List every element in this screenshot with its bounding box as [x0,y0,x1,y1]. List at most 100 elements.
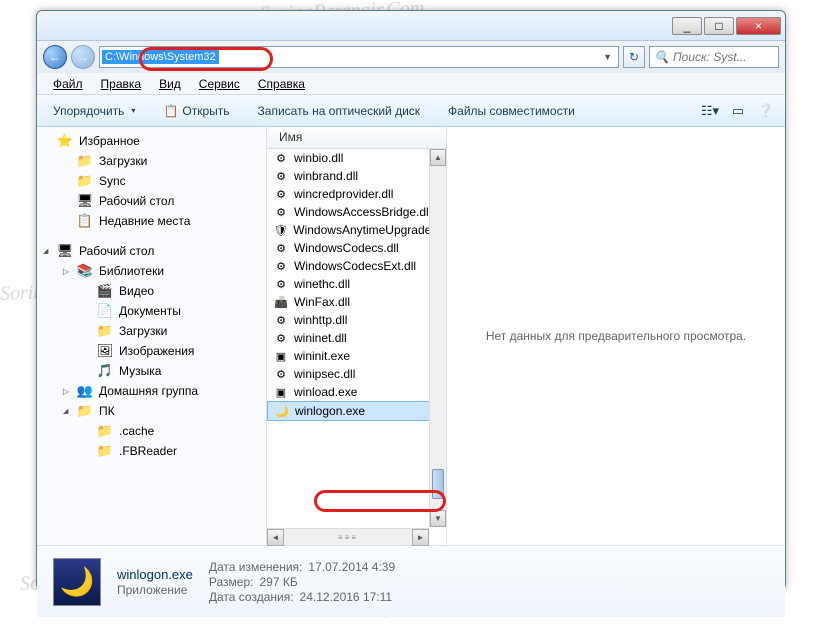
sidebar-desktop[interactable]: 🖥Рабочий стол [37,191,266,211]
scroll-right-button[interactable]: ► [412,529,429,546]
menu-file[interactable]: Файл [45,75,91,93]
video-icon: 🎬 [97,283,113,299]
file-icon: ⚙ [273,168,289,184]
homegroup-icon: 👥 [77,383,93,399]
minimize-button[interactable]: _ [672,17,702,35]
sidebar-homegroup[interactable]: 👥Домашняя группа [37,381,266,401]
file-name: winbrand.dll [294,169,358,183]
horizontal-scrollbar[interactable]: ◄ ≡≡≡ ► [267,528,429,545]
sidebar-downloads[interactable]: 📁Загрузки [37,151,266,171]
details-modified-label: Дата изменения: [209,560,303,574]
sidebar-music[interactable]: 🎵Музыка [37,361,266,381]
file-row[interactable]: ⚙winipsec.dll [267,365,446,383]
file-row[interactable]: ⚙WindowsAccessBridge.dll [267,203,446,221]
file-row[interactable]: ▣winload.exe [267,383,446,401]
address-bar[interactable]: C:\Windows\System32 ▼ [99,46,619,68]
file-icon: 📠 [273,294,289,310]
hscroll-track[interactable]: ≡≡≡ [284,529,412,545]
close-button[interactable]: × [736,17,781,35]
file-row[interactable]: ⚙winbio.dll [267,149,446,167]
sidebar-downloads2[interactable]: 📁Загрузки [37,321,266,341]
organize-button[interactable]: Упорядочить [45,101,143,121]
menu-tools[interactable]: Сервис [191,75,248,93]
preview-empty-text: Нет данных для предварительного просмотр… [486,329,746,343]
sidebar-recent[interactable]: 📋Недавние места [37,211,266,231]
file-name: winethc.dll [294,277,350,291]
file-icon: ⚙ [273,366,289,382]
file-row[interactable]: ⚙wininet.dll [267,329,446,347]
back-button[interactable]: ← [43,45,67,69]
music-icon: 🎵 [97,363,113,379]
menu-view[interactable]: Вид [151,75,189,93]
address-dropdown-icon[interactable]: ▼ [599,52,616,62]
picture-icon: 🖼 [97,343,113,359]
scroll-thumb[interactable] [432,469,444,499]
file-row[interactable]: ⚙winethc.dll [267,275,446,293]
menu-help[interactable]: Справка [250,75,313,93]
column-header-name[interactable]: Имя [267,127,446,149]
details-pane: 🌙 winlogon.exe Приложение Дата изменения… [37,545,785,617]
refresh-button[interactable]: ↻ [623,46,645,68]
recent-icon: 📋 [77,213,93,229]
sidebar-cache[interactable]: 📁.cache [37,421,266,441]
sidebar-pc[interactable]: 📁ПК [37,401,266,421]
vertical-scrollbar[interactable]: ▲ ▼ [429,149,446,527]
library-icon: 📚 [77,263,93,279]
file-icon: ▣ [273,348,289,364]
scroll-down-button[interactable]: ▼ [430,510,446,527]
menu-edit[interactable]: Правка [93,75,150,93]
address-text: C:\Windows\System32 [102,50,219,64]
details-filename: winlogon.exe [117,567,193,582]
file-name: wininet.dll [294,331,347,345]
file-name: winhttp.dll [294,313,347,327]
open-button[interactable]: 📋Открыть [155,101,237,121]
file-row[interactable]: ⚙ WindowsCodecs.dll [267,239,446,257]
details-type: Приложение [117,583,187,597]
file-row[interactable]: ⚙WindowsCodecsExt.dll [267,257,446,275]
file-icon: ⚙ [273,312,289,328]
sidebar-documents[interactable]: 📄Документы [37,301,266,321]
sidebar-libraries[interactable]: 📚Библиотеки [37,261,266,281]
sidebar-favorites[interactable]: ⭐Избранное [37,131,266,151]
help-icon[interactable]: ❔ [755,101,777,121]
sidebar-pictures[interactable]: 🖼Изображения [37,341,266,361]
file-row[interactable]: ⚙ winbrand.dll [267,167,446,185]
file-row[interactable]: 🌙winlogon.exe [267,401,446,421]
preview-pane-button[interactable]: ▭ [727,101,749,121]
file-row[interactable]: 🛡WindowsAnytimeUpgradeR [267,221,446,239]
file-name: WindowsCodecs.dll [294,241,399,255]
main-pane: Имя ⚙winbio.dll⚙winbrand.dll⚙wincredprov… [267,127,785,545]
file-name: WinFax.dll [294,295,350,309]
details-created: 24.12.2016 17:11 [300,590,393,604]
scroll-left-button[interactable]: ◄ [267,529,284,546]
file-row[interactable]: ⚙ winhttp.dll [267,311,446,329]
folder-icon: 📁 [77,173,93,189]
desktop-icon: 🖥 [57,243,73,259]
compat-button[interactable]: Файлы совместимости [440,101,583,121]
file-icon: ⚙ [273,240,289,256]
maximize-button[interactable]: □ [704,17,734,35]
details-created-label: Дата создания: [209,590,294,604]
sidebar-desktop2[interactable]: 🖥Рабочий стол [37,241,266,261]
search-placeholder: Поиск: Syst... [673,50,747,64]
sidebar-fbreader[interactable]: 📁.FBReader [37,441,266,461]
menu-bar: Файл Правка Вид Сервис Справка [37,73,785,95]
view-mode-button[interactable]: ☷▾ [699,101,721,121]
sidebar-video[interactable]: 🎬Видео [37,281,266,301]
star-icon: ⭐ [57,133,73,149]
search-input[interactable]: 🔍 Поиск: Syst... [649,46,779,68]
navigation-bar: ← → C:\Windows\System32 ▼ ↻ 🔍 Поиск: Sys… [37,41,785,73]
details-size: 297 КБ [259,575,297,589]
file-row[interactable]: ▣wininit.exe [267,347,446,365]
file-row[interactable]: ⚙wincredprovider.dll [267,185,446,203]
file-icon: 🛡 [273,222,288,238]
open-icon: 📋 [163,104,178,118]
file-icon: ⚙ [273,186,289,202]
burn-button[interactable]: Записать на оптический диск [250,101,429,121]
scroll-up-button[interactable]: ▲ [430,149,446,166]
sidebar-sync[interactable]: 📁Sync [37,171,266,191]
desktop-icon: 🖥 [77,193,93,209]
forward-button[interactable]: → [71,45,95,69]
file-name: WindowsCodecsExt.dll [294,259,416,273]
file-row[interactable]: 📠 WinFax.dll [267,293,446,311]
